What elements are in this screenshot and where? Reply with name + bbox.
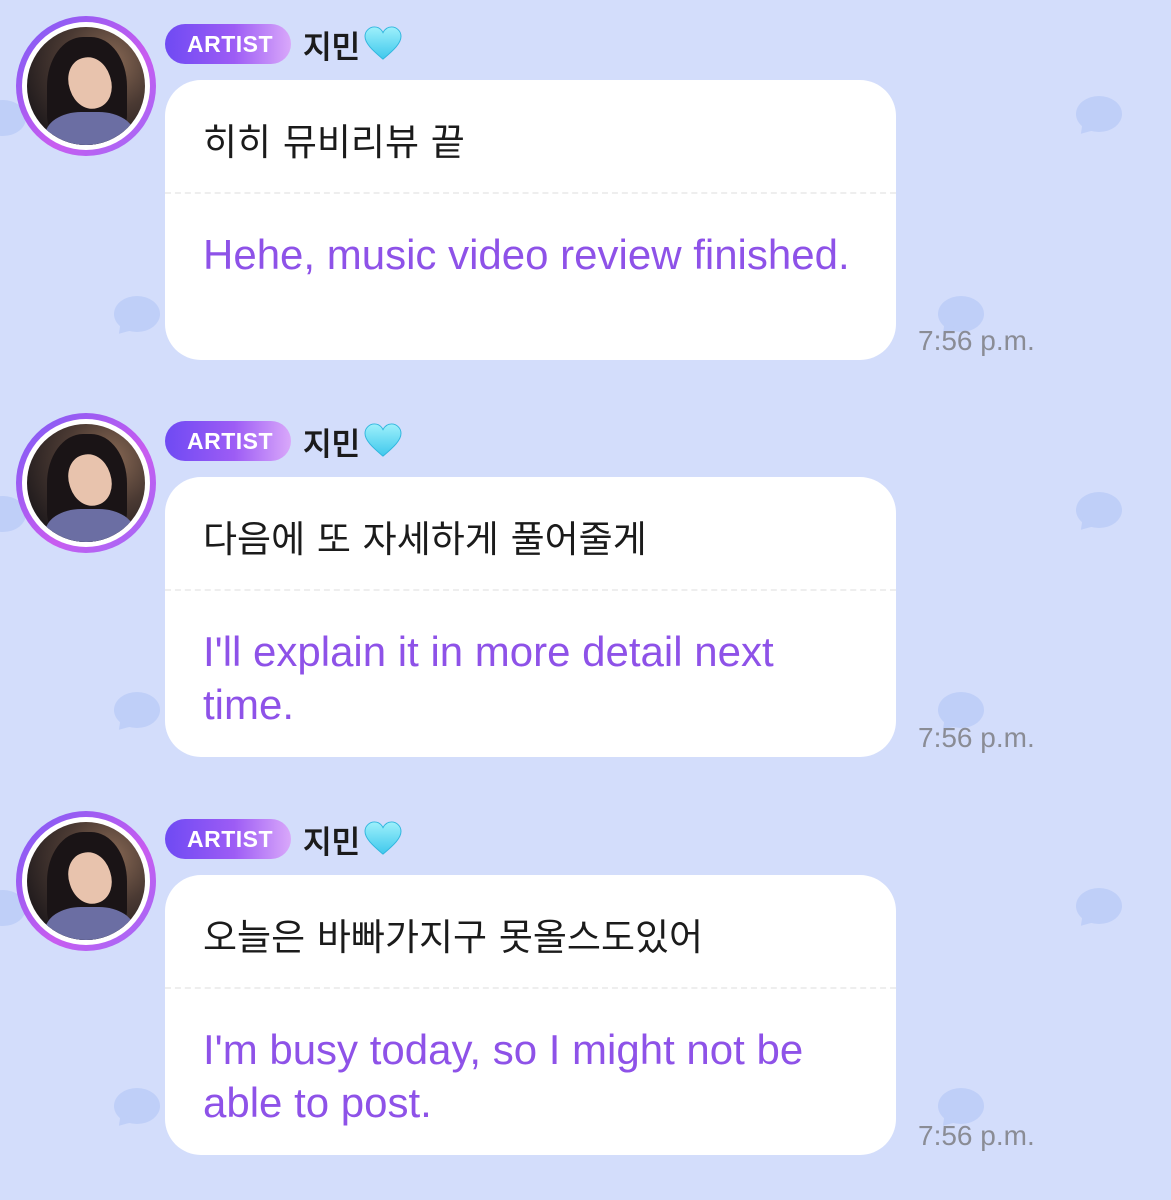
artist-badge: ARTIST — [165, 421, 292, 461]
original-text: 오늘은 바빠가지구 못올스도있어 — [203, 916, 704, 959]
chat-message: ARTIST 지민 오늘은 바빠가지구 못올스도있어 I'm busy toda… — [0, 795, 1171, 1155]
artist-badge: ARTIST — [165, 24, 292, 64]
timestamp: 7:56 p.m. — [918, 1120, 1035, 1151]
profile-photo — [27, 424, 145, 542]
chat-message: ARTIST 지민 다음에 또 자세하게 풀어줄게 I'll explain i… — [0, 397, 1171, 757]
message-header: ARTIST 지민 — [165, 22, 402, 66]
profile-photo — [27, 822, 145, 940]
avatar[interactable] — [16, 413, 156, 553]
chat-message: ARTIST 지민 히히 뮤비리뷰 끝 Hehe, music video re… — [0, 0, 1171, 360]
message-header: ARTIST 지민 — [165, 419, 402, 463]
avatar[interactable] — [16, 811, 156, 951]
artist-name[interactable]: 지민 — [303, 22, 360, 67]
blue-heart-icon — [364, 26, 402, 60]
translated-text: I'm busy today, so I might not be able t… — [203, 1026, 804, 1126]
artist-name[interactable]: 지민 — [303, 419, 360, 464]
avatar[interactable] — [16, 16, 156, 156]
profile-photo — [27, 27, 145, 145]
timestamp: 7:56 p.m. — [918, 722, 1035, 753]
translated-text: I'll explain it in more detail next time… — [203, 628, 774, 728]
translation-divider — [165, 192, 896, 194]
translation-divider — [165, 589, 896, 591]
artist-name[interactable]: 지민 — [303, 817, 360, 862]
message-header: ARTIST 지민 — [165, 817, 402, 861]
message-bubble[interactable]: 다음에 또 자세하게 풀어줄게 I'll explain it in more … — [165, 477, 896, 757]
blue-heart-icon — [364, 423, 402, 457]
timestamp: 7:56 p.m. — [918, 325, 1035, 356]
translation-divider — [165, 987, 896, 989]
artist-badge: ARTIST — [165, 819, 292, 859]
original-text: 히히 뮤비리뷰 끝 — [203, 121, 465, 164]
original-text: 다음에 또 자세하게 풀어줄게 — [203, 518, 647, 561]
message-bubble[interactable]: 히히 뮤비리뷰 끝 Hehe, music video review finis… — [165, 80, 896, 360]
blue-heart-icon — [364, 821, 402, 855]
message-bubble[interactable]: 오늘은 바빠가지구 못올스도있어 I'm busy today, so I mi… — [165, 875, 896, 1155]
translated-text: Hehe, music video review finished. — [203, 231, 850, 278]
